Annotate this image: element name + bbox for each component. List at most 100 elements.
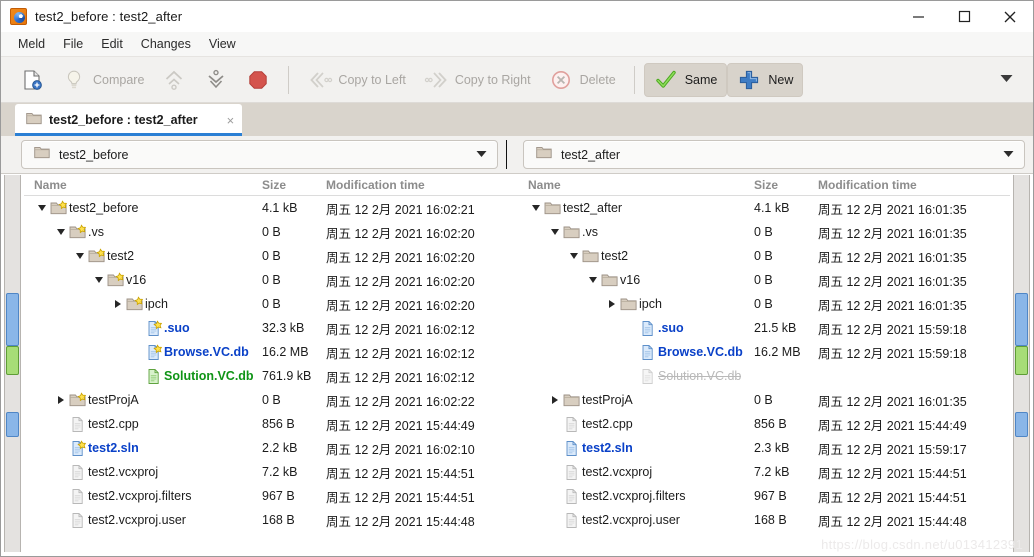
toolbar-separator-2 bbox=[633, 65, 635, 94]
file-blue-icon bbox=[639, 344, 657, 361]
change-marker-modified[interactable] bbox=[1015, 293, 1028, 346]
file-name-label: .suo bbox=[164, 321, 190, 335]
change-marker-modified[interactable] bbox=[6, 412, 19, 437]
menu-item-file[interactable]: File bbox=[54, 34, 92, 54]
expander-open-icon[interactable] bbox=[528, 205, 544, 211]
table-row[interactable]: Browse.VC.db 16.2 MB 周五 12 2月 2021 15:59:1… bbox=[518, 340, 1010, 364]
menu-item-view[interactable]: View bbox=[200, 34, 245, 54]
table-row[interactable]: .vs 0 B 周五 12 2月 2021 16:02:20 bbox=[24, 220, 518, 244]
table-row[interactable]: .suo 32.3 kB 周五 12 2月 2021 16:02:12 bbox=[24, 316, 518, 340]
delete-circle-icon bbox=[549, 68, 573, 92]
right-change-map[interactable] bbox=[1013, 175, 1030, 552]
new-comparison-button[interactable] bbox=[11, 63, 53, 97]
folder-selector-right[interactable]: test2_after bbox=[523, 140, 1025, 169]
cell-modification-time: 周五 12 2月 2021 16:02:20 bbox=[326, 274, 475, 289]
expander-closed-icon[interactable] bbox=[53, 396, 69, 404]
file-blue-star-icon bbox=[69, 439, 87, 457]
cell-name: test2.sln bbox=[518, 440, 748, 457]
maximize-button[interactable] bbox=[941, 1, 987, 32]
table-row[interactable]: ipch 0 B 周五 12 2月 2021 16:02:20 bbox=[24, 292, 518, 316]
cell-name: test2_after bbox=[518, 200, 748, 217]
minimize-button[interactable] bbox=[895, 1, 941, 32]
left-change-map[interactable] bbox=[4, 175, 21, 552]
expander-open-icon[interactable] bbox=[547, 229, 563, 235]
table-row[interactable]: testProjA 0 B 周五 12 2月 2021 16:02:22 bbox=[24, 388, 518, 412]
file-name-label: v16 bbox=[620, 273, 641, 287]
folder-icon bbox=[34, 145, 50, 164]
table-row[interactable]: Browse.VC.db 16.2 MB 周五 12 2月 2021 16:02:1… bbox=[24, 340, 518, 364]
table-row[interactable]: testProjA 0 B 周五 12 2月 2021 16:01:35 bbox=[518, 388, 1010, 412]
expander-closed-icon[interactable] bbox=[110, 300, 126, 308]
folder-selector-right-label: test2_after bbox=[561, 147, 621, 162]
table-row[interactable]: test2.sln 2.2 kB 周五 12 2月 2021 16:02:10 bbox=[24, 436, 518, 460]
expander-open-icon[interactable] bbox=[91, 277, 107, 283]
cell-name: .suo bbox=[518, 320, 748, 337]
file-name-label: test2.sln bbox=[88, 441, 139, 455]
table-row[interactable]: test2.cpp 856 B 周五 12 2月 2021 15:44:49 bbox=[518, 412, 1010, 436]
column-header-name[interactable]: Name bbox=[24, 178, 256, 192]
table-row[interactable]: test2.vcxproj.user 168 B 周五 12 2月 2021 15:… bbox=[24, 508, 518, 532]
expander-closed-icon[interactable] bbox=[604, 300, 620, 308]
stop-button[interactable] bbox=[237, 63, 279, 97]
column-header-size[interactable]: Size bbox=[256, 178, 318, 192]
table-row[interactable]: test2.vcxproj 7.2 kB 周五 12 2月 2021 15:44:5… bbox=[24, 460, 518, 484]
cell-modification-time: 周五 12 2月 2021 15:59:18 bbox=[818, 322, 967, 337]
change-marker-new[interactable] bbox=[1015, 346, 1028, 375]
table-row[interactable]: test2.vcxproj 7.2 kB 周五 12 2月 2021 15:44:5… bbox=[518, 460, 1010, 484]
cell-name: Solution.VC.db bbox=[518, 368, 748, 385]
table-row[interactable]: test2.vcxproj.user 168 B 周五 12 2月 2021 15:… bbox=[518, 508, 1010, 532]
table-row[interactable]: test2.vcxproj.filters 967 B 周五 12 2月 2021 … bbox=[24, 484, 518, 508]
copy-to-right-button[interactable]: Copy to Right bbox=[415, 63, 540, 97]
right-file-rows: test2_after 4.1 kB 周五 12 2月 2021 16:01:35.… bbox=[518, 196, 1010, 556]
filter-new-button[interactable]: New bbox=[727, 62, 804, 97]
change-marker-modified[interactable] bbox=[6, 293, 19, 346]
compare-button[interactable]: Compare bbox=[53, 63, 153, 97]
table-row[interactable]: test2 0 B 周五 12 2月 2021 16:02:20 bbox=[24, 244, 518, 268]
tab-folder-comparison[interactable]: test2_before : test2_after × bbox=[15, 104, 243, 136]
menu-item-meld[interactable]: Meld bbox=[9, 34, 54, 54]
column-header-mtime[interactable]: Modification time bbox=[318, 178, 518, 192]
change-marker-modified[interactable] bbox=[1015, 412, 1028, 437]
table-row[interactable]: .suo 21.5 kB 周五 12 2月 2021 15:59:18 bbox=[518, 316, 1010, 340]
cell-size: 4.1 kB bbox=[754, 201, 790, 215]
menu-item-edit[interactable]: Edit bbox=[92, 34, 132, 54]
column-header-mtime[interactable]: Modification time bbox=[810, 178, 1010, 192]
filter-same-button[interactable]: Same bbox=[643, 62, 728, 97]
table-row[interactable]: Solution.VC.db bbox=[518, 364, 1010, 388]
window-controls bbox=[895, 1, 1033, 32]
table-row[interactable]: test2.sln 2.3 kB 周五 12 2月 2021 15:59:17 bbox=[518, 436, 1010, 460]
copy-to-left-button[interactable]: Copy to Left bbox=[298, 63, 414, 97]
table-row[interactable]: ipch 0 B 周五 12 2月 2021 16:01:35 bbox=[518, 292, 1010, 316]
expander-open-icon[interactable] bbox=[72, 253, 88, 259]
table-row[interactable]: test2_after 4.1 kB 周五 12 2月 2021 16:01:35 bbox=[518, 196, 1010, 220]
folder-selector-left[interactable]: test2_before bbox=[21, 140, 498, 169]
folder-star-icon bbox=[88, 247, 106, 265]
table-row[interactable]: .vs 0 B 周五 12 2月 2021 16:01:35 bbox=[518, 220, 1010, 244]
expander-open-icon[interactable] bbox=[34, 205, 50, 211]
table-row[interactable]: Solution.VC.db 761.9 kB 周五 12 2月 2021 16:0… bbox=[24, 364, 518, 388]
change-marker-new[interactable] bbox=[6, 346, 19, 375]
column-header-size[interactable]: Size bbox=[748, 178, 810, 192]
menu-item-changes[interactable]: Changes bbox=[132, 34, 200, 54]
delete-button[interactable]: Delete bbox=[540, 63, 625, 97]
file-green-icon bbox=[145, 368, 163, 385]
tab-close-icon[interactable]: × bbox=[227, 114, 235, 127]
expander-open-icon[interactable] bbox=[585, 277, 601, 283]
table-row[interactable]: test2 0 B 周五 12 2月 2021 16:01:35 bbox=[518, 244, 1010, 268]
toolbar-overflow-button[interactable] bbox=[986, 74, 1027, 85]
table-row[interactable]: v16 0 B 周五 12 2月 2021 16:02:20 bbox=[24, 268, 518, 292]
expander-open-icon[interactable] bbox=[53, 229, 69, 235]
next-change-button[interactable] bbox=[195, 63, 237, 97]
close-button[interactable] bbox=[987, 1, 1033, 32]
previous-change-button[interactable] bbox=[153, 63, 195, 97]
expander-closed-icon[interactable] bbox=[547, 396, 563, 404]
column-header-name[interactable]: Name bbox=[518, 178, 748, 192]
table-row[interactable]: test2.cpp 856 B 周五 12 2月 2021 15:44:49 bbox=[24, 412, 518, 436]
table-row[interactable]: v16 0 B 周五 12 2月 2021 16:01:35 bbox=[518, 268, 1010, 292]
cell-name: testProjA bbox=[24, 391, 256, 409]
expander-open-icon[interactable] bbox=[566, 253, 582, 259]
table-row[interactable]: test2.vcxproj.filters 967 B 周五 12 2月 2021 … bbox=[518, 484, 1010, 508]
cell-modification-time: 周五 12 2月 2021 15:44:48 bbox=[326, 514, 475, 529]
cell-modification-time: 周五 12 2月 2021 16:01:35 bbox=[818, 298, 967, 313]
table-row[interactable]: test2_before 4.1 kB 周五 12 2月 2021 16:02:21 bbox=[24, 196, 518, 220]
